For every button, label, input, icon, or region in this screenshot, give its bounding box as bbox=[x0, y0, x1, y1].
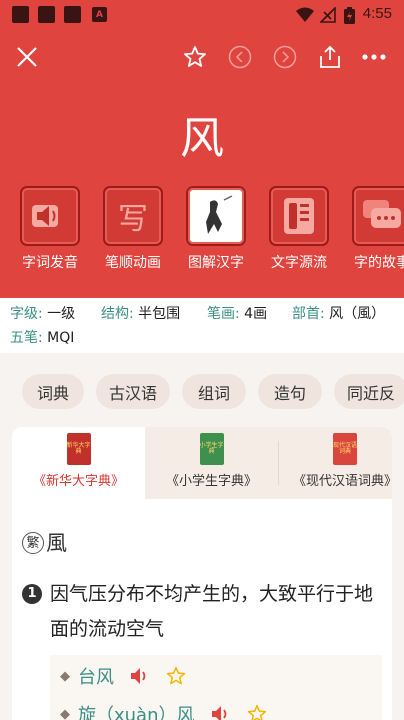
headword-character: 风 bbox=[180, 113, 224, 164]
char-radical: 部首: 风（風） bbox=[292, 306, 386, 322]
example-word[interactable]: 旋（xuàn）风 bbox=[78, 701, 195, 720]
more-dots-icon bbox=[362, 54, 386, 60]
character-info: 字级: 一级 结构: 半包围 笔画: 4画 部首: 风（風） 五笔: MQI bbox=[0, 298, 404, 353]
chip-classical-chinese[interactable]: 古汉语 bbox=[96, 374, 170, 409]
share-button[interactable] bbox=[316, 43, 344, 71]
chevron-right-circle-icon bbox=[273, 45, 297, 69]
diamond-bullet-icon: ◆ bbox=[60, 706, 70, 720]
tool-character-origin[interactable]: 文字源流 bbox=[264, 186, 334, 272]
write-icon: 写 bbox=[103, 186, 163, 246]
book-icon: 小学生字典 bbox=[199, 433, 224, 465]
more-button[interactable] bbox=[360, 43, 388, 71]
character-header: 风 字词发音 写 笔顺动画 图解汉字 文字源流 字的故事 bbox=[0, 30, 404, 302]
category-chips: 词典 古汉语 组词 造句 同近反 bbox=[0, 370, 404, 414]
definition-text: 因气压分布不均产生的，大致平行于地面的流动空气 bbox=[50, 583, 374, 640]
star-outline-icon[interactable] bbox=[166, 666, 186, 686]
star-outline-icon bbox=[184, 46, 206, 67]
chip-word-groups[interactable]: 组词 bbox=[182, 374, 246, 409]
chat-bubble-icon bbox=[352, 186, 404, 246]
diamond-bullet-icon: ◆ bbox=[60, 668, 70, 684]
example-word-row: ◆ 旋（xuàn）风 bbox=[60, 699, 267, 720]
next-button[interactable] bbox=[271, 43, 299, 71]
char-level: 字级: 一级 bbox=[10, 306, 76, 322]
speaker-icon bbox=[20, 186, 80, 246]
tab-student-dictionary[interactable]: 小学生字典 《小学生字典》 bbox=[145, 427, 278, 499]
status-bar: A 4:55 bbox=[0, 0, 404, 30]
status-time: 4:55 bbox=[362, 5, 392, 22]
illustration-icon bbox=[186, 186, 246, 246]
star-outline-icon[interactable] bbox=[247, 704, 267, 720]
sense-number: 1 bbox=[22, 584, 42, 604]
speaker-icon[interactable] bbox=[130, 667, 150, 685]
notification-icon bbox=[12, 6, 29, 23]
tool-character-story[interactable]: 字的故事 bbox=[347, 186, 404, 272]
chip-synonyms[interactable]: 同近反 bbox=[334, 374, 404, 409]
previous-button[interactable] bbox=[226, 43, 254, 71]
dictionary-card: 新华大字典 《新华大字典》 小学生字典 《小学生字典》 现代汉语词典 《现代汉语… bbox=[12, 427, 392, 720]
tool-illustration[interactable]: 图解汉字 bbox=[181, 186, 251, 272]
example-word[interactable]: 台风 bbox=[78, 663, 114, 689]
book-icon: 现代汉语词典 bbox=[333, 433, 357, 465]
favorite-button[interactable] bbox=[181, 43, 209, 71]
notification-icon bbox=[38, 6, 55, 23]
battery-icon bbox=[344, 7, 355, 24]
dictionary-tabs: 新华大字典 《新华大字典》 小学生字典 《小学生字典》 现代汉语词典 《现代汉语… bbox=[12, 427, 392, 499]
traditional-form: 繁風 bbox=[22, 527, 67, 557]
tab-xinhua-dictionary[interactable]: 新华大字典 《新华大字典》 bbox=[12, 427, 145, 499]
chip-sentences[interactable]: 造句 bbox=[258, 374, 322, 409]
tool-bar: 字词发音 写 笔顺动画 图解汉字 文字源流 字的故事 bbox=[0, 186, 404, 276]
close-icon bbox=[17, 47, 37, 67]
tool-pronunciation[interactable]: 字词发音 bbox=[15, 186, 85, 272]
char-strokes: 笔画: 4画 bbox=[207, 306, 268, 322]
example-words: ◆ 台风 ◆ 旋（xuàn）风 bbox=[50, 655, 382, 720]
char-structure: 结构: 半包围 bbox=[101, 306, 181, 322]
char-wubi: 五笔: MQI bbox=[10, 330, 75, 346]
close-button[interactable] bbox=[13, 43, 41, 71]
book-icon: 新华大字典 bbox=[66, 433, 91, 465]
chevron-left-circle-icon bbox=[228, 45, 252, 69]
wifi-icon bbox=[296, 7, 314, 22]
a-badge-icon: A bbox=[92, 7, 107, 22]
share-icon bbox=[320, 45, 340, 68]
signal-icon bbox=[320, 7, 336, 23]
tool-stroke-animation[interactable]: 写 笔顺动画 bbox=[98, 186, 168, 272]
speaker-icon[interactable] bbox=[211, 705, 231, 720]
chip-dictionary[interactable]: 词典 bbox=[22, 374, 84, 409]
traditional-mark: 繁 bbox=[22, 532, 44, 554]
document-icon bbox=[269, 186, 329, 246]
notification-icon bbox=[64, 6, 81, 23]
example-word-row: ◆ 台风 bbox=[60, 661, 186, 691]
tab-modern-chinese-dictionary[interactable]: 现代汉语词典 《现代汉语词典》 bbox=[278, 427, 392, 499]
